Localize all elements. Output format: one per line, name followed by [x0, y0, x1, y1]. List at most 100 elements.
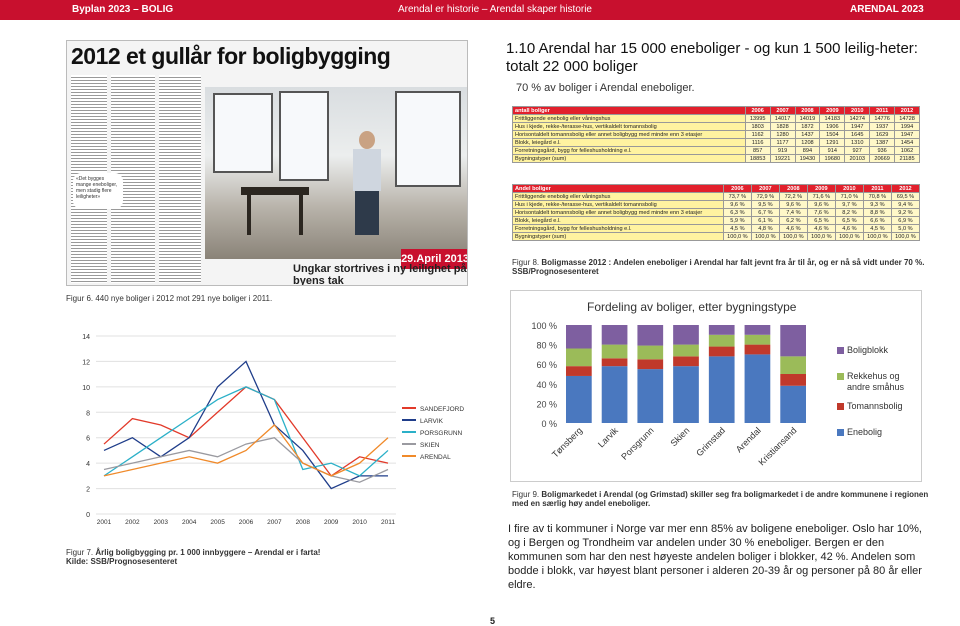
share-table-cell: 9,5 %: [750, 200, 780, 209]
count-table-row: Frittliggende enebolig eller våningshus 1…: [512, 114, 920, 123]
x-tick-label: 2010: [352, 519, 367, 526]
newspaper-clipping: 2012 et gullår for boligbygging «Det byg…: [66, 40, 468, 286]
share-table-cell: 72,9 %: [750, 192, 780, 201]
share-table-cell: 9,4 %: [890, 200, 921, 209]
share-table-cell: Bygningstyper (sum): [512, 232, 724, 241]
count-table-row: Bygningstyper (sum) 18853 19221 19430 19680 2…: [512, 154, 920, 163]
y-tick-label: 60 %: [536, 360, 557, 370]
count-table-cell: Blokk, leiegård e.l.: [512, 138, 746, 147]
share-table-cell: 72,2 %: [778, 192, 808, 201]
clipping-text-column: [159, 75, 201, 283]
body-paragraph: I fire av ti kommuner i Norge var mer en…: [508, 523, 922, 591]
share-table-cell: 4,6 %: [806, 224, 836, 233]
share-table-cell: 71,6 %: [806, 192, 836, 201]
bar-segment-boligblokk: [673, 325, 699, 345]
bar-segment-enebolig: [673, 366, 699, 423]
share-table-cell: 73,7 %: [722, 192, 752, 201]
share-table-header-cell: 2007: [750, 184, 780, 193]
count-table-cell: 1645: [844, 130, 871, 139]
count-table-cell: 1947: [894, 130, 920, 139]
series-line-skien: [103, 437, 389, 483]
photo-person-head: [359, 131, 375, 149]
count-table-cell: 914: [819, 146, 846, 155]
share-table-row: Horisontaldelt tomannsbolig eller annet …: [512, 208, 921, 217]
count-table-cell: 21185: [894, 154, 920, 163]
share-table-cell: 7,4 %: [778, 208, 808, 217]
x-tick-label: Tønsberg: [550, 425, 584, 459]
share-table-cell: 5,9 %: [722, 216, 752, 225]
share-table-cell: 6,9 %: [890, 216, 921, 225]
share-table-row: Forretningsgård, bygg for felleshusholdn…: [512, 224, 921, 233]
share-table-header-cell: 2009: [806, 184, 836, 193]
share-table-header-cell: 2006: [722, 184, 752, 193]
count-table-cell: 14183: [819, 114, 846, 123]
figure-7-caption: Figur 7. Årlig boligbygging pr. 1 000 in…: [66, 548, 466, 566]
count-table-cell: 1872: [794, 122, 821, 131]
count-table-header-cell: 2007: [769, 106, 796, 115]
legend-label: LARVIK: [420, 418, 444, 425]
share-table-cell: Hus i kjede, rekke-/terasse-hus, vertika…: [512, 200, 724, 209]
share-table-cell: 4,5 %: [862, 224, 892, 233]
y-tick-label: 100 %: [531, 321, 557, 331]
count-table-cell: 20103: [844, 154, 871, 163]
share-table-cell: 5,0 %: [890, 224, 921, 233]
count-table-header-cell: 2010: [844, 106, 871, 115]
share-table-cell: 6,6 %: [862, 216, 892, 225]
y-tick-label: 0: [86, 512, 90, 519]
housing-count-table: antall boliger 2006 2007 2008 2009 2010 2011 20…: [512, 106, 920, 163]
bar-segment-enebolig: [637, 369, 664, 423]
x-tick-label: Porsgrunn: [619, 425, 655, 461]
bar-segment-tomannsbolig: [637, 359, 664, 370]
count-table-header-cell: 2009: [819, 106, 846, 115]
count-table-cell: Frittliggende enebolig eller våningshus: [512, 114, 746, 123]
count-table-cell: 1504: [819, 130, 846, 139]
count-table-header-row: antall boliger 2006 2007 2008 2009 2010 2011 20…: [512, 106, 920, 115]
count-table-cell: Horisontaldelt tomannsbolig eller annet …: [512, 130, 746, 139]
clipping-subheadline: Ungkar stortrives i ny leilighet på byen…: [293, 263, 467, 286]
legend-swatch: [837, 347, 844, 354]
legend-label: PORSGRUNN: [420, 430, 463, 437]
count-table-cell: 1177: [769, 138, 796, 147]
section-subtitle: 70 % av boliger i Arendal eneboliger.: [516, 82, 695, 94]
photo-table: [241, 187, 309, 195]
x-tick-label: Grimstad: [694, 425, 727, 458]
legend-label: Rekkehus og: [847, 371, 900, 381]
bar-segment-enebolig: [708, 356, 735, 423]
count-table-cell: 19680: [819, 154, 846, 163]
x-tick-label: Arendal: [734, 425, 763, 454]
legend-label: ARENDAL: [420, 454, 451, 461]
x-tick-label: 2001: [97, 519, 112, 526]
bar-segment-boligblokk: [708, 325, 735, 335]
count-table-cell: 1310: [844, 138, 871, 147]
count-table-header-cell: antall boliger: [512, 106, 746, 115]
photo-window: [395, 91, 461, 187]
count-table-cell: 1994: [894, 122, 920, 131]
figure-9-text: Boligmarkedet i Arendal (og Grimstad) sk…: [512, 490, 929, 508]
count-table-cell: 1208: [794, 138, 821, 147]
count-table-cell: Bygningstyper (sum): [512, 154, 746, 163]
count-table-row: Horisontaldelt tomannsbolig eller annet …: [512, 130, 920, 139]
bar-segment-rekkehus: [744, 334, 771, 345]
share-table-cell: 6,2 %: [778, 216, 808, 225]
count-table-cell: 19221: [769, 154, 796, 163]
y-tick-label: 8: [86, 410, 90, 417]
figure-8-caption: Figur 8. Boligmasse 2012 : Andelen enebo…: [512, 258, 932, 276]
y-tick-label: 6: [86, 436, 90, 443]
count-table-row: Hus i kjede, rekke-/terasse-hus, vertika…: [512, 122, 920, 131]
bar-segment-enebolig: [780, 385, 806, 423]
share-table-cell: 100,0 %: [750, 232, 780, 241]
y-tick-label: 4: [86, 461, 90, 468]
y-tick-label: 80 %: [536, 341, 557, 351]
count-table-cell: 14776: [869, 114, 896, 123]
header-middle: Arendal er historie – Arendal skaper his…: [398, 4, 592, 15]
x-tick-label: 2006: [239, 519, 254, 526]
share-table-row: Frittliggende enebolig eller våningshus 7…: [512, 192, 921, 201]
line-chart: 0 2 4 6 8 10 12 14 2001 2002 2003 2004 2005 2006 2007 2…: [82, 334, 464, 526]
photo-window: [279, 91, 329, 181]
y-tick-label: 12: [82, 359, 90, 366]
count-table-header-cell: 2008: [794, 106, 821, 115]
figure-7-text: Årlig boligbygging pr. 1 000 innbyggere …: [95, 548, 321, 557]
y-tick-label: 20 %: [536, 399, 557, 409]
chart-title: Fordeling av boliger, etter bygningstype: [587, 300, 797, 314]
share-table-cell: 100,0 %: [778, 232, 808, 241]
